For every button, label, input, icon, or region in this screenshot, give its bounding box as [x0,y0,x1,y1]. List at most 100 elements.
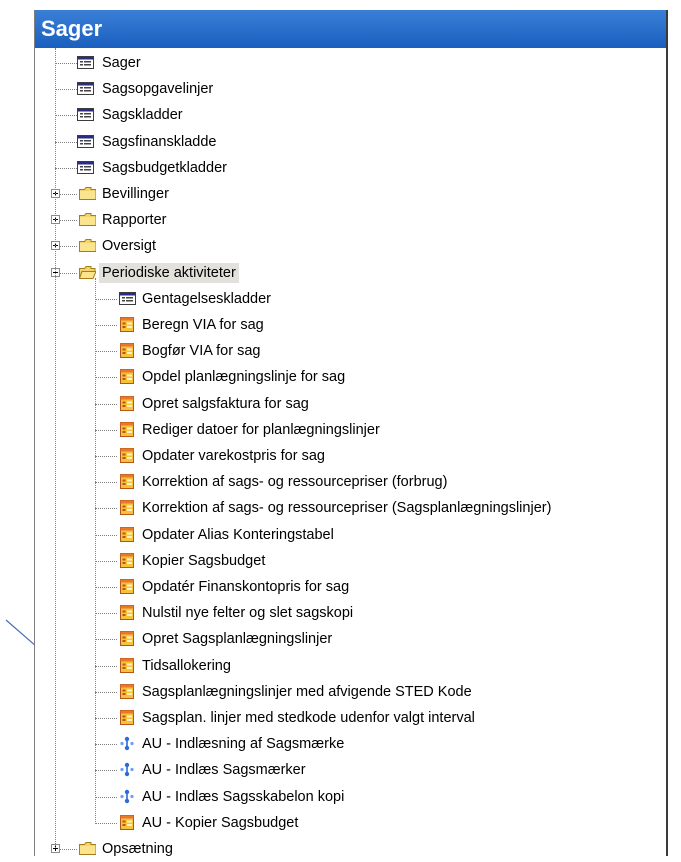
tree-connector [55,48,56,848]
tree-item-label: Opdater Alias Konteringstabel [142,526,334,543]
batch-job-icon [119,683,136,699]
tree-item[interactable]: Sagsopgavelinjer [35,76,666,102]
tree-item-label: Kopier Sagsbudget [142,552,266,569]
tree-item-label: Sagsbudgetkladder [102,159,227,176]
dataport-icon [119,736,136,751]
tree-item[interactable]: Kopier Sagsbudget [35,548,666,574]
tree-item-label: Opret Sagsplanlægningslinjer [142,631,333,648]
tree-item[interactable]: Sagsbudgetkladder [35,155,666,181]
tree-connector [59,849,77,850]
open-folder-icon [79,265,96,280]
tree-item[interactable]: AU - Indlæsning af Sagsmærke [35,731,666,757]
tree-connector [95,718,117,719]
tree-connector [95,822,117,824]
tree-item[interactable]: Korrektion af sags- og ressourcepriser (… [35,495,666,521]
tree-item-label: AU - Kopier Sagsbudget [142,814,299,831]
tree-item[interactable]: Sager [35,50,666,76]
tree-item-label: Sager [102,55,141,71]
tree-folder[interactable]: Bevillinger [35,181,666,207]
tree-item-label: AU - Indlæs Sagsmærker [142,762,306,779]
form-icon [119,291,136,306]
batch-job-icon [119,710,136,725]
tree-item[interactable]: Sagsplan. linjer med stedkode udenfor va… [35,705,666,731]
tree-item-label: Opdatér Finanskontopris for sag [142,579,350,595]
batch-job-icon [119,448,136,463]
tree-item[interactable]: Opdatér Finanskontopris for sag [35,574,666,600]
batch-job-icon [119,474,136,490]
tree-item[interactable]: Opdater varekostpris for sag [35,443,666,469]
batch-job-icon [119,343,136,359]
tree-connector [55,141,77,143]
tree-connector [95,482,117,484]
tree-item-label: Periodiske aktiviteter [99,262,239,283]
tree-folder[interactable]: Opsætning [35,836,666,862]
form-icon [77,134,94,149]
navigation-pane: Sager Sager Sagsopgavelinjer Sagskladder Sa… [34,10,668,857]
folder-icon [79,212,96,227]
tree-item[interactable]: Korrektion af sags- og ressourcepriser (… [35,469,666,495]
form-icon [77,81,94,96]
tree-item[interactable]: Nulstil nye felter og slet sagskopi [35,600,666,626]
tree-connector [95,796,117,798]
tree-item[interactable]: AU - Kopier Sagsbudget [35,810,666,836]
batch-job-icon [119,605,136,621]
tree-item-label: Opdel planlægningslinje for sag [142,369,346,386]
tree-item-label: Beregn VIA for sag [142,317,264,333]
tree-item[interactable]: AU - Indlæs Sagsmærker [35,757,666,783]
tree-item[interactable]: Tidsallokering [35,653,666,679]
tree-item-label: Rapporter [102,212,167,229]
tree-item-label: Sagsplanlægningslinjer med afvigende STE… [142,683,472,700]
tree-connector [59,220,77,222]
folder-icon [79,841,96,856]
tree-item-label: Bogfør VIA for sag [142,343,261,360]
tree-connector [55,115,77,117]
tree-item[interactable]: Opret salgsfaktura for sag [35,391,666,417]
tree-item-label: Oversigt [102,238,156,255]
tree-connector [95,639,117,641]
dataport-icon [119,789,136,804]
tree-item-label: Opsætning [102,841,173,857]
folder-icon [79,238,96,253]
batch-job-icon [119,526,136,542]
tree-connector [95,770,117,772]
tree-item[interactable]: Gentagelseskladder [35,286,666,312]
tree-connector [59,272,77,274]
tree-item-label: AU - Indlæsning af Sagsmærke [142,736,345,753]
tree-folder[interactable]: Rapporter [35,207,666,233]
tree-connector [55,63,77,64]
tree-item-label: Korrektion af sags- og ressourcepriser (… [142,500,552,517]
tree-connector [95,534,117,536]
tree-folder[interactable]: Periodiske aktiviteter [35,260,666,286]
form-icon [77,55,94,70]
batch-job-icon [119,421,136,437]
tree-item[interactable]: Rediger datoer for planlægningslinjer [35,417,666,443]
batch-job-icon [119,317,136,332]
tree-item[interactable]: AU - Indlæs Sagsskabelon kopi [35,784,666,810]
batch-job-icon [119,814,136,830]
tree-connector [95,665,117,667]
tree-folder[interactable]: Oversigt [35,233,666,259]
tree-item[interactable]: Opdater Alias Konteringstabel [35,522,666,548]
tree-connector [95,508,117,510]
tree-item-label: Opret salgsfaktura for sag [142,395,309,412]
batch-job-icon [119,369,136,385]
batch-job-icon [119,631,136,647]
tree-connector [95,351,117,353]
tree-item[interactable]: Bogfør VIA for sag [35,338,666,364]
tree-connector [95,403,117,405]
tree-item[interactable]: Sagsplanlægningslinjer med afvigende STE… [35,679,666,705]
batch-job-icon [119,500,136,516]
tree-item-label: Bevillinger [102,186,169,202]
tree-item[interactable]: Beregn VIA for sag [35,312,666,338]
tree-connector [95,613,117,615]
dataport-icon [119,762,136,777]
tree-item[interactable]: Opret Sagsplanlægningslinjer [35,626,666,652]
tree-item[interactable]: Sagskladder [35,102,666,128]
tree-item[interactable]: Sagsfinanskladde [35,129,666,155]
tree-item-label: Sagskladder [102,107,183,124]
tree-item-label: Rediger datoer for planlægningslinjer [142,421,380,438]
tree-connector [95,298,117,300]
form-icon [77,160,94,175]
tree-item[interactable]: Opdel planlægningslinje for sag [35,364,666,390]
tree-connector [95,456,117,457]
